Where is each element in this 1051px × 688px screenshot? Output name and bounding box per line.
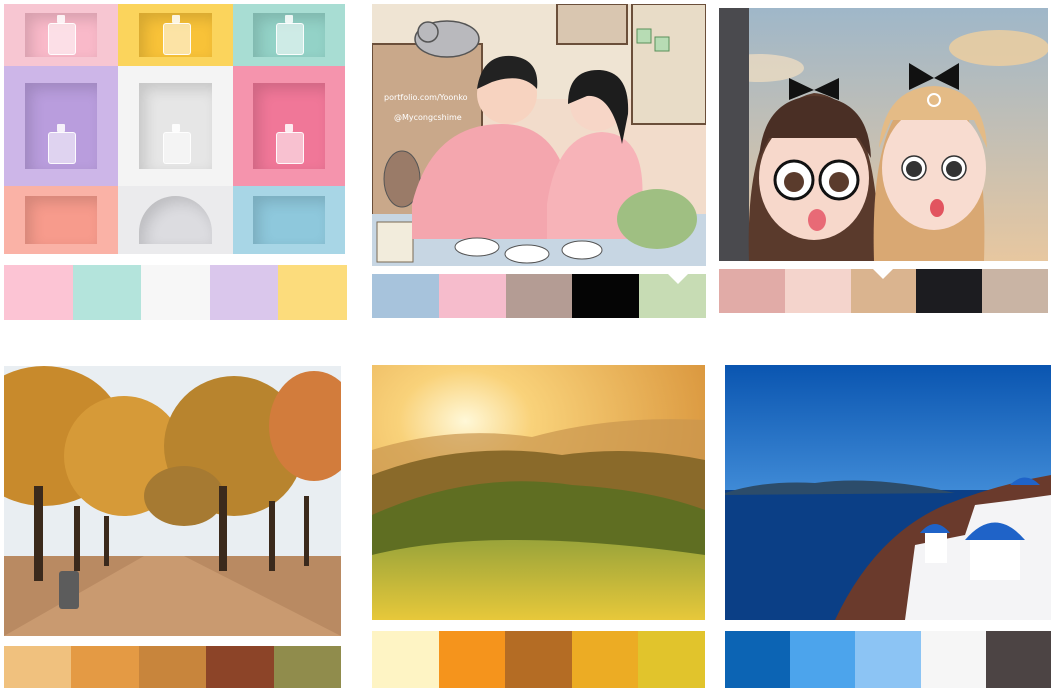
color-swatch[interactable] [790,631,856,688]
color-swatch[interactable] [719,269,785,313]
color-swatch[interactable] [273,646,342,688]
color-palette [725,631,1051,688]
color-swatch[interactable] [572,274,640,318]
color-swatch[interactable] [209,265,279,320]
perfume-bottle-icon [276,14,304,55]
color-swatch[interactable] [72,265,142,320]
perfume-bottle-icon [276,124,304,165]
color-swatch[interactable] [982,269,1048,313]
palette-pointer-icon [873,269,893,279]
color-swatch[interactable] [71,646,139,688]
couple-illustration-image: portfolio.com/Yoonko @Mycongcshime [372,4,706,266]
color-swatch[interactable] [505,631,572,688]
color-swatch[interactable] [372,274,439,318]
perfume-bottle-icon [48,14,76,55]
photo-card-perfume[interactable] [4,4,347,320]
color-swatch[interactable] [916,269,983,313]
color-swatch[interactable] [4,265,73,320]
santorini-image [725,365,1051,620]
color-swatch[interactable] [784,269,851,313]
color-swatch[interactable] [985,631,1051,688]
perfume-bottle-icon [162,124,191,165]
color-swatch[interactable] [141,265,210,320]
watermark-line-2: @Mycongcshime [394,113,462,122]
color-swatch[interactable] [920,631,986,688]
color-palette [372,274,706,318]
photo-card-sunset-hills[interactable] [372,365,705,688]
color-swatch[interactable] [505,274,573,318]
color-swatch[interactable] [278,265,347,320]
color-swatch[interactable] [438,274,506,318]
color-swatch[interactable] [372,631,439,688]
color-swatch[interactable] [725,631,791,688]
sunset-hills-image [372,365,705,620]
photo-card-couple-illustration[interactable]: portfolio.com/Yoonko @Mycongcshime [372,4,706,318]
cartoon-girls-image [719,8,1048,261]
perfume-bottle-icon [162,14,191,55]
color-swatch[interactable] [571,631,639,688]
perfume-grid-image [4,4,347,254]
perfume-bottle-icon [48,124,76,165]
color-palette [372,631,705,688]
color-swatch[interactable] [206,646,274,688]
color-swatch[interactable] [438,631,506,688]
photo-card-autumn-path[interactable] [4,366,342,688]
palette-pointer-icon [668,274,688,284]
photo-card-cartoon-girls[interactable] [719,8,1048,313]
color-palette [4,265,347,320]
watermark-line-1: portfolio.com/Yoonko [384,93,468,102]
color-swatch[interactable] [4,646,72,688]
color-swatch[interactable] [855,631,921,688]
autumn-path-image [4,366,341,636]
color-palette [4,646,342,688]
photo-card-santorini[interactable] [725,365,1051,688]
color-swatch[interactable] [138,646,207,688]
color-swatch[interactable] [638,631,705,688]
